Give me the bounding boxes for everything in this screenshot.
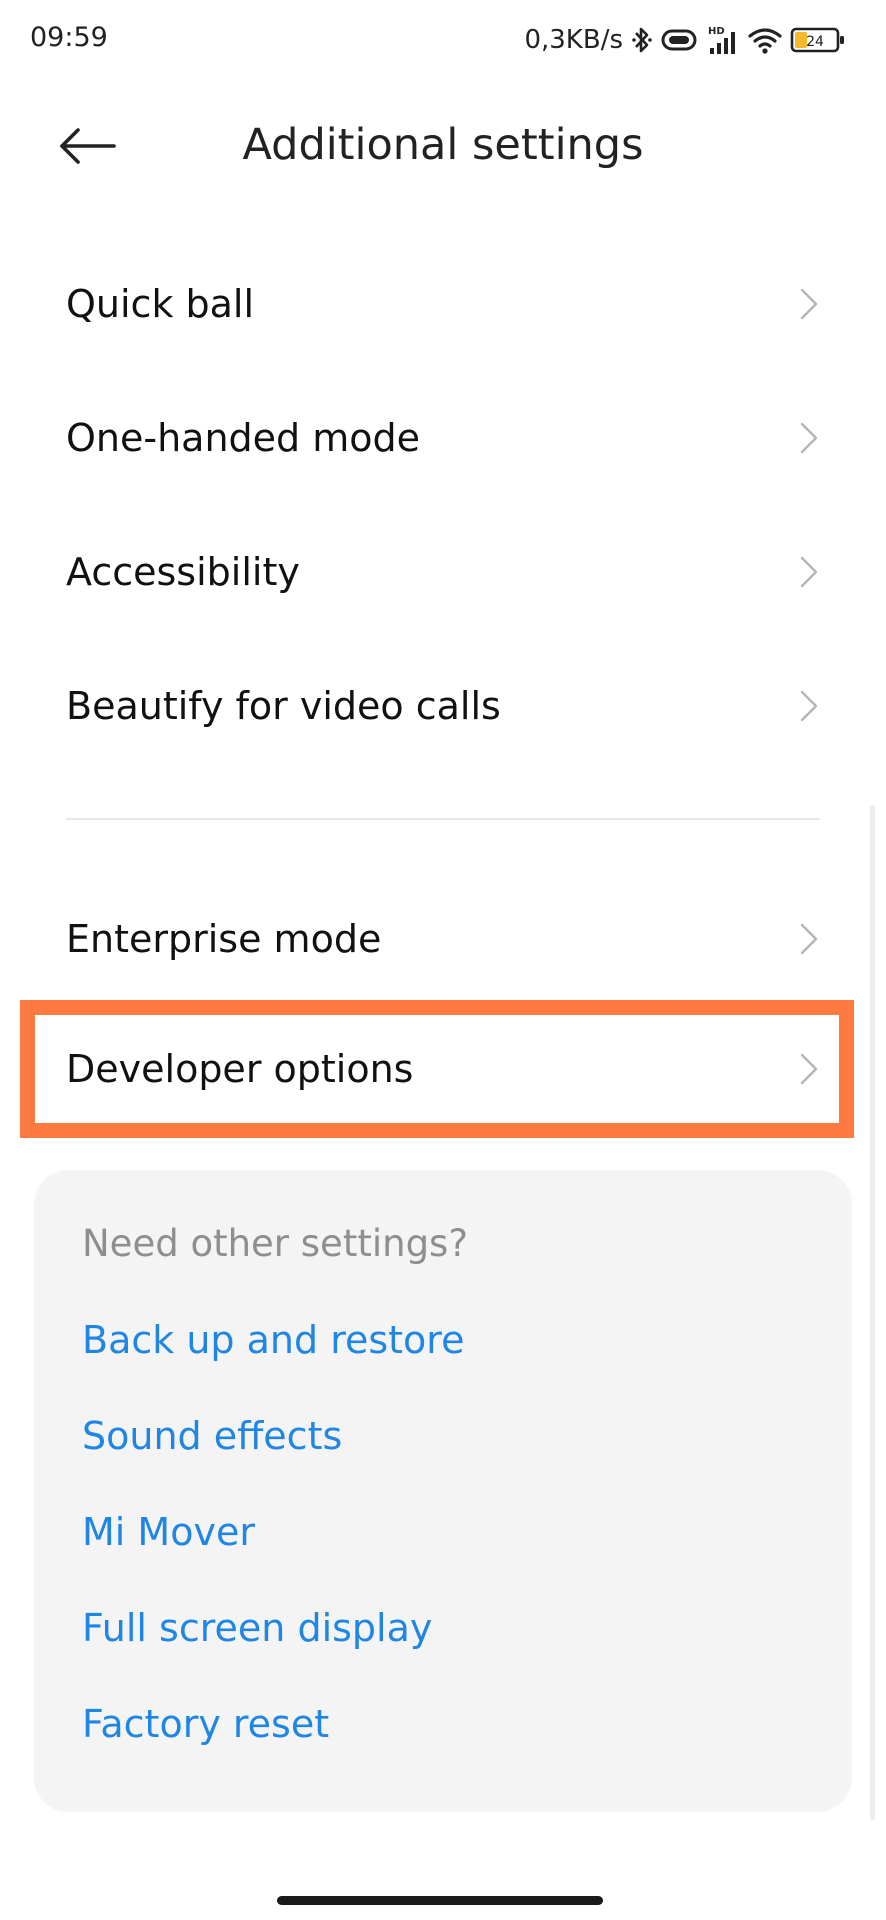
battery-icon: 24 (790, 26, 846, 54)
header: Additional settings (0, 100, 886, 195)
settings-item-enterprise-mode[interactable]: Enterprise mode (0, 874, 886, 1004)
chevron-right-icon (798, 420, 820, 456)
settings-item-label: Beautify for video calls (66, 684, 501, 728)
chevron-right-icon (798, 1051, 820, 1087)
status-bar: 09:59 0,3KB/s HD 24 (0, 0, 886, 80)
home-indicator[interactable] (277, 1896, 603, 1905)
suggestions-heading: Need other settings? (82, 1222, 468, 1265)
scrollbar[interactable] (870, 805, 875, 1820)
suggestions-card: Need other settings? Back up and restore… (34, 1170, 852, 1812)
status-time: 09:59 (30, 22, 108, 53)
settings-item-accessibility[interactable]: Accessibility (0, 507, 886, 637)
settings-item-label: One-handed mode (66, 416, 421, 460)
settings-item-quick-ball[interactable]: Quick ball (0, 239, 886, 369)
suggestion-link-backup-restore[interactable]: Back up and restore (82, 1318, 464, 1362)
settings-item-one-handed-mode[interactable]: One-handed mode (0, 373, 886, 503)
battery-level: 24 (806, 34, 824, 50)
settings-item-beautify-video-calls[interactable]: Beautify for video calls (0, 641, 886, 771)
hd-signal-icon: HD (706, 24, 740, 56)
settings-item-developer-options[interactable]: Developer options (0, 1004, 886, 1134)
chevron-right-icon (798, 286, 820, 322)
chevron-right-icon (798, 921, 820, 957)
vibrate-icon (659, 27, 699, 53)
settings-item-label: Developer options (66, 1047, 414, 1091)
svg-text:HD: HD (708, 26, 725, 37)
bluetooth-icon (632, 25, 652, 55)
network-speed: 0,3KB/s (524, 25, 623, 55)
suggestion-link-full-screen-display[interactable]: Full screen display (82, 1606, 432, 1650)
page-title: Additional settings (242, 120, 644, 170)
suggestion-link-sound-effects[interactable]: Sound effects (82, 1414, 342, 1458)
chevron-right-icon (798, 688, 820, 724)
suggestion-link-mi-mover[interactable]: Mi Mover (82, 1510, 255, 1554)
wifi-icon (747, 26, 783, 54)
section-divider (66, 818, 820, 820)
chevron-right-icon (798, 554, 820, 590)
settings-item-label: Quick ball (66, 282, 255, 326)
status-icons: 0,3KB/s HD 24 (524, 20, 846, 60)
settings-item-label: Accessibility (66, 550, 300, 594)
settings-item-label: Enterprise mode (66, 917, 382, 961)
suggestion-link-factory-reset[interactable]: Factory reset (82, 1702, 329, 1746)
